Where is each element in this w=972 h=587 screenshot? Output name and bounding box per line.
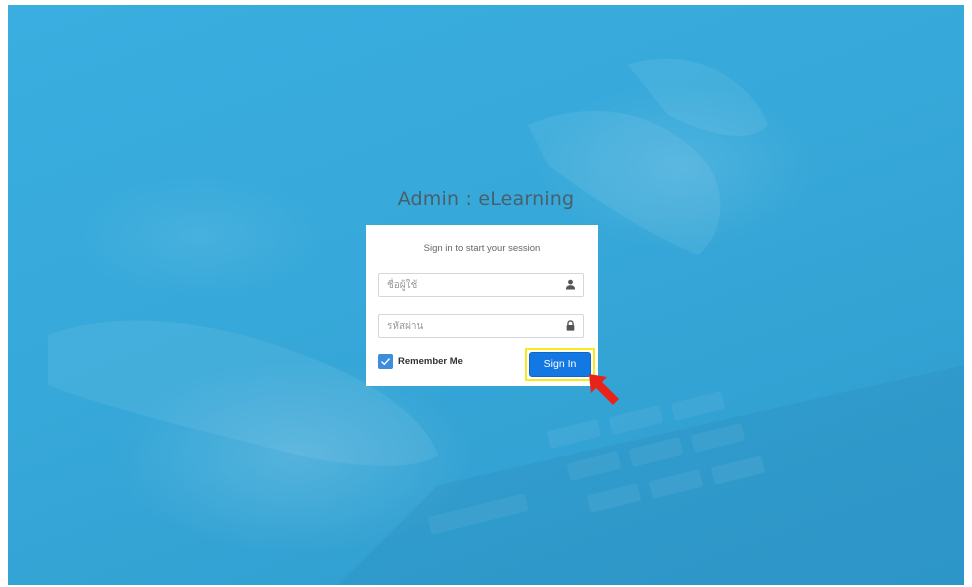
password-input[interactable] — [379, 315, 575, 337]
remember-me-checkbox[interactable] — [378, 353, 393, 369]
page-title: Admin : eLearning — [397, 188, 575, 210]
password-field[interactable] — [378, 314, 584, 338]
login-page-background: Admin : eLearning Sign in to start your … — [8, 5, 964, 585]
user-icon — [565, 279, 576, 290]
username-input[interactable] — [379, 274, 575, 296]
lock-icon — [566, 320, 575, 331]
red-arrow-pointer-icon — [589, 374, 619, 405]
signin-button[interactable]: Sign In — [529, 352, 591, 377]
username-field[interactable] — [378, 273, 584, 297]
remember-me[interactable]: Remember Me — [378, 353, 463, 369]
remember-me-label: Remember Me — [398, 355, 463, 367]
login-box: Sign in to start your session Remember M… — [366, 225, 598, 386]
check-icon — [381, 357, 391, 365]
login-box-message: Sign in to start your session — [423, 243, 541, 254]
